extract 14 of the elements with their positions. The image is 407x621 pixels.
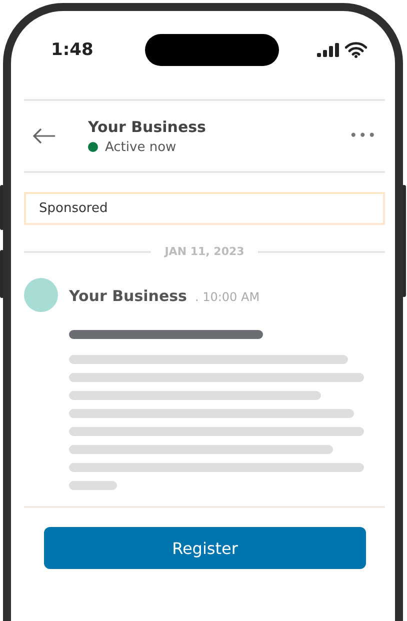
sender-name: Your Business xyxy=(69,286,187,304)
text-placeholder-bar xyxy=(69,481,117,490)
wifi-icon xyxy=(344,42,367,58)
register-button[interactable]: Register xyxy=(44,527,366,569)
signal-icon xyxy=(316,43,339,57)
back-arrow-icon[interactable] xyxy=(32,128,56,144)
clock-time: 1:48 xyxy=(51,40,94,60)
more-menu[interactable]: ••• xyxy=(349,128,377,144)
sponsored-label: Sponsored xyxy=(24,192,385,225)
date-separator: JAN 11, 2023 xyxy=(164,245,244,258)
chat-title: Your Business xyxy=(88,118,207,136)
status-text: Active now xyxy=(105,140,176,154)
avatar xyxy=(24,278,58,312)
message-time: . 10:00 AM xyxy=(194,290,260,304)
